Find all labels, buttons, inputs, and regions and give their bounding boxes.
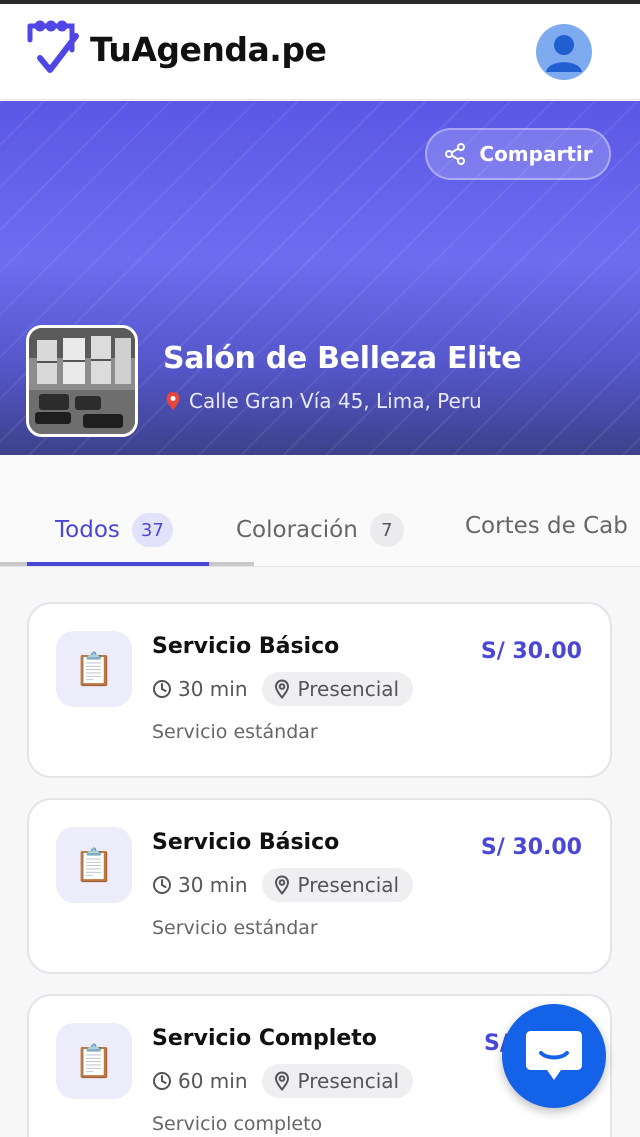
clock-icon — [153, 876, 171, 894]
tab-label: Cortes de Cab — [465, 513, 628, 539]
share-icon — [445, 143, 466, 165]
clock-icon — [153, 1072, 171, 1090]
service-mode-badge: Presencial — [261, 868, 414, 902]
tab-count-badge: 37 — [131, 513, 173, 547]
location-pin-icon — [166, 392, 180, 410]
service-duration: 30 min — [152, 873, 248, 897]
tab-count-badge: 7 — [369, 513, 404, 547]
salon-hero-banner: Compartir Salón de Belleza Elite Calle G… — [0, 101, 640, 455]
service-duration-text: 30 min — [178, 677, 248, 701]
service-mode-badge: Presencial — [261, 672, 414, 706]
tab-cortes-de-cabello[interactable]: Cortes de Cab — [465, 513, 628, 539]
service-mode-text: Presencial — [297, 1069, 400, 1093]
service-mode-badge: Presencial — [261, 1064, 414, 1098]
service-card[interactable]: 📋 Servicio Básico S/ 30.00 30 min Presen… — [27, 602, 612, 778]
service-mode-text: Presencial — [297, 677, 400, 701]
service-meta: 30 min Presencial — [152, 672, 414, 706]
salon-address-text: Calle Gran Vía 45, Lima, Peru — [189, 389, 482, 413]
brand-logo[interactable]: TuAgenda.pe — [26, 20, 327, 78]
share-button[interactable]: Compartir — [425, 128, 611, 180]
chat-bubble-icon — [526, 1031, 582, 1080]
service-description: Servicio estándar — [152, 721, 318, 743]
category-tabs: Todos 37 Coloración 7 Cortes de Cab — [0, 455, 640, 567]
service-meta: 60 min Presencial — [152, 1064, 414, 1098]
clipboard-icon-box: 📋 — [56, 631, 132, 707]
clock-icon — [153, 680, 171, 698]
clipboard-icon: 📋 — [74, 1042, 114, 1080]
calendar-check-icon — [27, 20, 79, 73]
service-title: Servicio Completo — [152, 1026, 377, 1051]
tab-todos[interactable]: Todos 37 — [55, 513, 173, 547]
salon-interior-image — [29, 328, 135, 434]
salon-address: Calle Gran Vía 45, Lima, Peru — [165, 389, 482, 413]
app-header: TuAgenda.pe — [0, 4, 640, 100]
service-mode-text: Presencial — [297, 873, 400, 897]
service-duration-text: 30 min — [178, 873, 248, 897]
brand-name: TuAgenda.pe — [90, 29, 327, 69]
clipboard-icon-box: 📋 — [56, 1023, 132, 1099]
service-description: Servicio completo — [152, 1113, 323, 1135]
tab-label: Todos — [55, 517, 120, 543]
service-meta: 30 min Presencial — [152, 868, 414, 902]
service-price: S/ 30.00 — [480, 639, 582, 664]
user-avatar-button[interactable] — [536, 24, 592, 80]
service-card[interactable]: 📋 Servicio Básico S/ 30.00 30 min Presen… — [27, 798, 612, 974]
location-icon — [274, 679, 289, 699]
service-price: S/ 30.00 — [480, 835, 582, 860]
service-title: Servicio Básico — [152, 634, 340, 659]
clipboard-icon-box: 📋 — [56, 827, 132, 903]
service-duration: 30 min — [152, 677, 248, 701]
share-button-label: Compartir — [479, 142, 593, 166]
service-duration-text: 60 min — [178, 1069, 248, 1093]
service-title: Servicio Básico — [152, 830, 340, 855]
clipboard-icon: 📋 — [74, 846, 114, 884]
user-avatar-icon — [546, 35, 582, 72]
location-icon — [274, 875, 289, 895]
chat-button[interactable] — [502, 1004, 606, 1108]
salon-name: Salón de Belleza Elite — [163, 341, 522, 376]
salon-photo — [26, 325, 138, 437]
active-tab-indicator — [27, 562, 209, 566]
service-duration: 60 min — [152, 1069, 248, 1093]
tab-coloracion[interactable]: Coloración 7 — [236, 513, 404, 547]
tab-label: Coloración — [236, 517, 358, 543]
location-icon — [274, 1071, 289, 1091]
clipboard-icon: 📋 — [74, 650, 114, 688]
service-description: Servicio estándar — [152, 917, 318, 939]
